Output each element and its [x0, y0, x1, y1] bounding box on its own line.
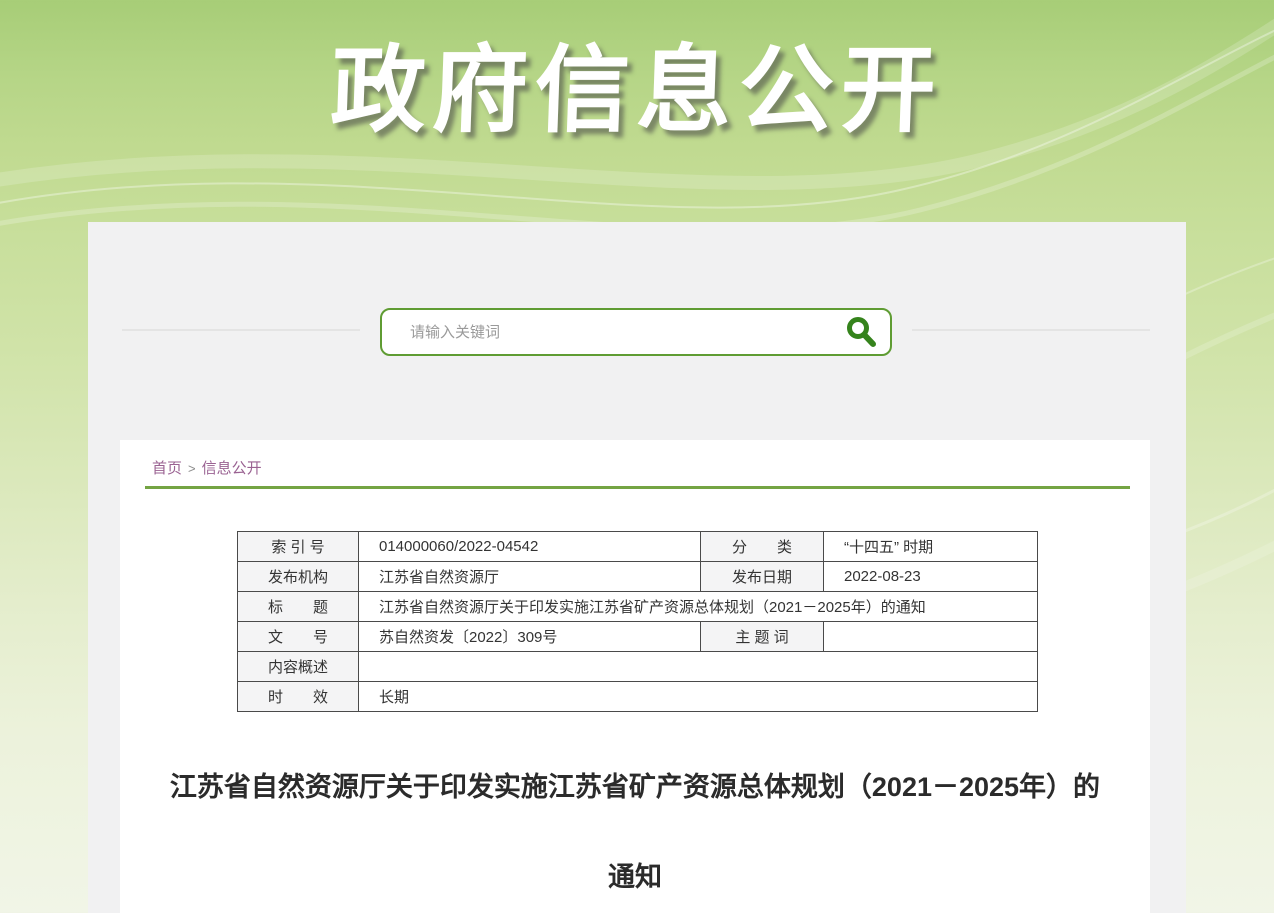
doc-number-value: 苏自然资发〔2022〕309号: [359, 622, 701, 652]
breadcrumb-divider: [145, 486, 1130, 489]
search-flank-line-right: [912, 329, 1150, 331]
article-title-line1: 江苏省自然资源厅关于印发实施江苏省矿产资源总体规划（2021－2025年）的: [155, 742, 1115, 832]
index-number-label: 索 引 号: [238, 532, 359, 562]
search-button[interactable]: [832, 310, 890, 354]
category-value: “十四五” 时期: [824, 532, 1038, 562]
search-input[interactable]: [382, 310, 832, 354]
page-banner-title: 政府信息公开: [0, 14, 1274, 151]
table-row: 标 题 江苏省自然资源厅关于印发实施江苏省矿产资源总体规划（2021－2025年…: [238, 592, 1038, 622]
search-box: [380, 308, 892, 356]
validity-label: 时 效: [238, 682, 359, 712]
publish-date-value: 2022-08-23: [824, 562, 1038, 592]
summary-value: [359, 652, 1038, 682]
breadcrumb-separator: >: [188, 461, 196, 476]
doc-title-label: 标 题: [238, 592, 359, 622]
doc-title-value: 江苏省自然资源厅关于印发实施江苏省矿产资源总体规划（2021－2025年）的通知: [359, 592, 1038, 622]
table-row: 索 引 号 014000060/2022-04542 分 类 “十四五” 时期: [238, 532, 1038, 562]
agency-label: 发布机构: [238, 562, 359, 592]
table-row: 发布机构 江苏省自然资源厅 发布日期 2022-08-23: [238, 562, 1038, 592]
doc-number-label: 文 号: [238, 622, 359, 652]
search-flank-line-left: [122, 329, 360, 331]
breadcrumb-link-info-disclosure[interactable]: 信息公开: [202, 460, 262, 477]
breadcrumb-link-home[interactable]: 首页: [152, 460, 182, 477]
table-row: 内容概述: [238, 652, 1038, 682]
summary-label: 内容概述: [238, 652, 359, 682]
article-title: 江苏省自然资源厅关于印发实施江苏省矿产资源总体规划（2021－2025年）的 通…: [155, 742, 1115, 913]
index-number-value: 014000060/2022-04542: [359, 532, 701, 562]
search-icon: [844, 315, 878, 349]
agency-value: 江苏省自然资源厅: [359, 562, 701, 592]
publish-date-label: 发布日期: [701, 562, 824, 592]
table-row: 文 号 苏自然资发〔2022〕309号 主 题 词: [238, 622, 1038, 652]
validity-value: 长期: [359, 682, 1038, 712]
subject-words-label: 主 题 词: [701, 622, 824, 652]
document-meta-table: 索 引 号 014000060/2022-04542 分 类 “十四五” 时期 …: [237, 531, 1038, 712]
breadcrumb: 首页 > 信息公开: [152, 457, 262, 478]
category-label: 分 类: [701, 532, 824, 562]
article-title-line2: 通知: [155, 832, 1115, 913]
table-row: 时 效 长期: [238, 682, 1038, 712]
article-panel: 首页 > 信息公开 索 引 号 014000060/2022-04542 分 类 “…: [120, 440, 1150, 913]
subject-words-value: [824, 622, 1038, 652]
